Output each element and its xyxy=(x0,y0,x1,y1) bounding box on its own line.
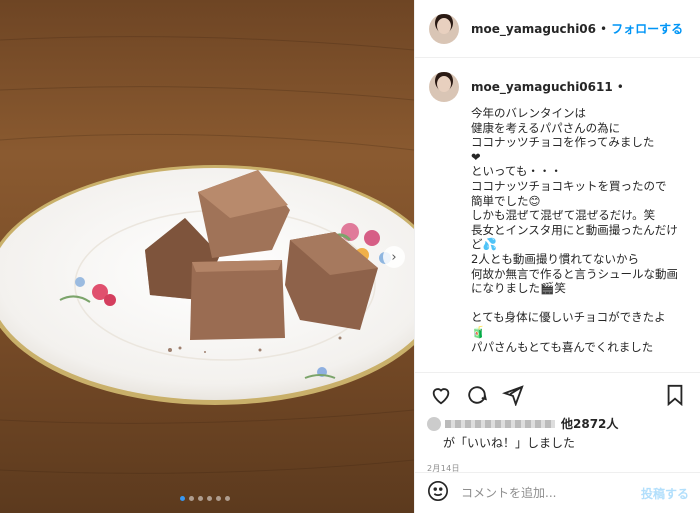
separator: • xyxy=(600,21,608,36)
comment-icon[interactable] xyxy=(463,381,491,409)
caption-avatar[interactable] xyxy=(429,72,459,102)
post-sidebar: moe_yamaguchi06 • フォローする moe_yamaguchi06… xyxy=(414,0,700,513)
caption-username[interactable]: moe_yamaguchi0611 xyxy=(471,80,613,94)
post-header: moe_yamaguchi06 • フォローする xyxy=(415,0,700,58)
share-icon[interactable] xyxy=(499,381,527,409)
liker-username-blurred xyxy=(445,419,555,428)
action-icons xyxy=(427,381,689,409)
likes-suffix: が「いいね！」しました xyxy=(443,436,576,450)
carousel-dot xyxy=(198,496,203,501)
carousel-dot xyxy=(207,496,212,501)
avatar[interactable] xyxy=(429,13,459,44)
carousel-dot xyxy=(180,496,185,501)
carousel-dot xyxy=(216,496,221,501)
likes-count[interactable]: 他2872人 xyxy=(561,415,618,432)
heart-icon[interactable] xyxy=(427,381,455,409)
emoji-icon[interactable] xyxy=(427,480,449,506)
likes-row: 他2872人 xyxy=(427,415,689,432)
caption-area: moe_yamaguchi0611 • 今年のバレンタインは 健康を考えるパパさ… xyxy=(415,58,700,370)
action-bar: 他2872人 が「いいね！」しました 2月14日 xyxy=(415,372,700,473)
follow-button[interactable]: フォローする xyxy=(611,20,683,37)
liker-avatar[interactable] xyxy=(427,416,441,431)
carousel-dots xyxy=(180,496,230,501)
caption-text: 今年のバレンタインは 健康を考えるパパさんの為に ココナッツチョコを作ってみまし… xyxy=(471,106,678,354)
header-username[interactable]: moe_yamaguchi06 xyxy=(471,22,596,36)
chevron-right-icon[interactable]: › xyxy=(383,246,405,268)
post-photo[interactable]: › xyxy=(0,0,414,513)
separator: • xyxy=(616,80,624,94)
comment-input[interactable] xyxy=(459,485,641,501)
post-button[interactable]: 投稿する xyxy=(641,485,689,502)
carousel-dot xyxy=(189,496,194,501)
chocolate-plate-image xyxy=(0,36,414,474)
carousel-dot xyxy=(225,496,230,501)
caption-header: moe_yamaguchi0611 • xyxy=(429,72,687,102)
bookmark-icon[interactable] xyxy=(661,381,689,409)
comment-bar: 投稿する xyxy=(415,472,700,513)
post-view: › moe_yamaguchi06 • フォローする moe_yamaguchi… xyxy=(0,0,700,513)
